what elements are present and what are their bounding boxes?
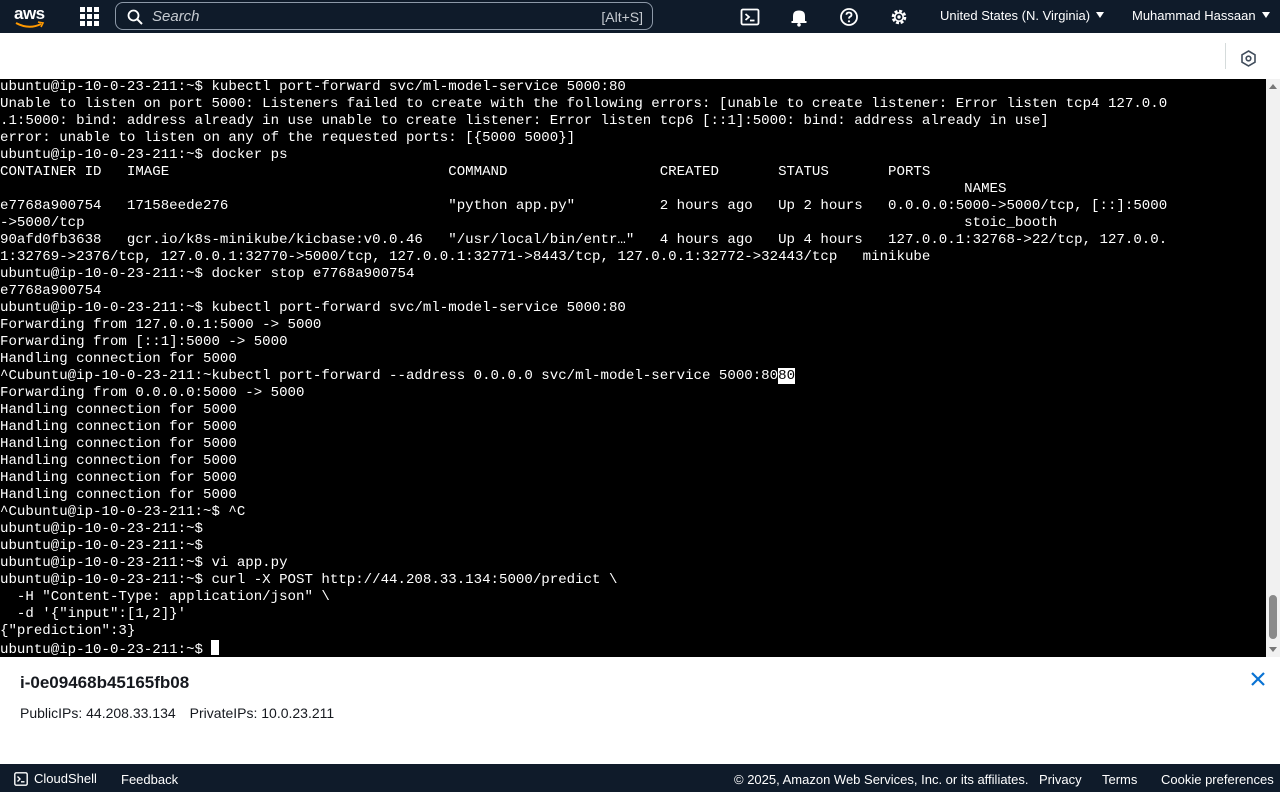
terminal-line: ubuntu@ip-10-0-23-211:~$ kubectl port-fo… xyxy=(0,79,626,95)
terminal-line: 1:32769->2376/tcp, 127.0.0.1:32770->5000… xyxy=(0,249,931,265)
bell-icon[interactable] xyxy=(789,7,809,27)
region-selector[interactable]: United States (N. Virginia) xyxy=(940,8,1105,23)
terminal-line: e7768a900754 xyxy=(0,283,102,299)
search-icon xyxy=(127,9,143,25)
terminal-line: ubuntu@ip-10-0-23-211:~$ vi app.py xyxy=(0,555,288,571)
terminal-line: error: unable to listen on any of the re… xyxy=(0,130,576,146)
aws-smile-icon xyxy=(15,21,45,28)
cloudshell-footer-button[interactable]: CloudShell xyxy=(14,771,97,786)
terminal-line: Handling connection for 5000 xyxy=(0,402,237,418)
terminal-line: 90afd0fb3638 gcr.io/k8s-minikube/kicbase… xyxy=(0,232,1168,248)
terminal-line: ubuntu@ip-10-0-23-211:~$ xyxy=(0,538,203,554)
search-input[interactable]: Search xyxy=(152,8,200,25)
footer: CloudShell Feedback © 2025, Amazon Web S… xyxy=(0,764,1280,792)
instance-ips: PublicIPs: 44.208.33.134 PrivateIPs: 10.0… xyxy=(20,705,334,721)
terminal-line: Handling connection for 5000 xyxy=(0,453,237,469)
user-name: Muhammad Hassaan xyxy=(1132,8,1256,23)
search-bar[interactable]: Search [Alt+S] xyxy=(115,2,653,30)
terminal-line: Handling connection for 5000 xyxy=(0,487,237,503)
copyright-text: © 2025, Amazon Web Services, Inc. or its… xyxy=(734,772,1029,787)
terminal-line: NAMES xyxy=(0,181,1007,197)
terminal-scrollbar[interactable] xyxy=(1266,79,1280,657)
close-icon[interactable] xyxy=(1250,671,1266,687)
terminal-line: ubuntu@ip-10-0-23-211:~$ docker stop e77… xyxy=(0,266,415,282)
public-ips: PublicIPs: 44.208.33.134 xyxy=(20,705,176,721)
services-grid-icon[interactable] xyxy=(80,7,99,26)
chevron-down-icon xyxy=(1261,12,1270,18)
terminal-line: ubuntu@ip-10-0-23-211:~$ kubectl port-fo… xyxy=(0,300,626,316)
terminal-output: ubuntu@ip-10-0-23-211:~$ kubectl port-fo… xyxy=(0,79,1266,657)
terminal-cursor xyxy=(211,640,220,655)
terminal-line: CONTAINER ID IMAGE COMMAND CREATED STATU… xyxy=(0,164,931,180)
user-menu[interactable]: Muhammad Hassaan xyxy=(1132,8,1270,23)
aws-logo[interactable]: aws xyxy=(14,4,50,30)
terminal-line: Handling connection for 5000 xyxy=(0,419,237,435)
terminal-line: ->5000/tcp stoic_booth xyxy=(0,215,1058,231)
private-ips: PrivateIPs: 10.0.23.211 xyxy=(189,705,335,721)
terminal-line: Handling connection for 5000 xyxy=(0,470,237,486)
cloudshell-icon[interactable] xyxy=(740,7,760,27)
chevron-down-icon xyxy=(1096,12,1105,18)
terminal-line: ^Cubuntu@ip-10-0-23-211:~kubectl port-fo… xyxy=(0,368,796,384)
terminal-line: Unable to listen on port 5000: Listeners… xyxy=(0,96,1168,112)
terminal-line: ubuntu@ip-10-0-23-211:~$ docker ps xyxy=(0,147,288,163)
terminal-line: Handling connection for 5000 xyxy=(0,351,237,367)
instance-info-panel: i-0e09468b45165fb08 PublicIPs: 44.208.33… xyxy=(0,657,1280,764)
feedback-link[interactable]: Feedback xyxy=(121,772,178,787)
terminal-line: .1:5000: bind: address already in use un… xyxy=(0,113,1049,129)
prompt-text: ubuntu@ip-10-0-23-211:~$ xyxy=(0,642,212,657)
instance-id: i-0e09468b45165fb08 xyxy=(20,673,190,692)
terminal-line: {"prediction":3} xyxy=(0,623,136,639)
cloudshell-icon xyxy=(14,772,28,786)
selected-text: 80 xyxy=(778,368,796,384)
terminal-line: e7768a900754 17158eede276 "python app.py… xyxy=(0,198,1168,214)
region-label: United States (N. Virginia) xyxy=(940,8,1091,23)
scroll-up-icon[interactable] xyxy=(1269,84,1277,89)
terminal-line: -d '{"input":[1,2]}' xyxy=(0,606,187,622)
terminal-window[interactable]: ubuntu@ip-10-0-23-211:~$ kubectl port-fo… xyxy=(0,79,1266,657)
terminal-prompt[interactable]: ubuntu@ip-10-0-23-211:~$ xyxy=(0,640,1266,657)
terminal-line: ^Cubuntu@ip-10-0-23-211:~$ ^C xyxy=(0,504,246,520)
settings-hexagon-icon[interactable] xyxy=(1240,50,1257,67)
terminal-line: Forwarding from 127.0.0.1:5000 -> 5000 xyxy=(0,317,322,333)
search-shortcut: [Alt+S] xyxy=(601,9,643,25)
terminal-line: Handling connection for 5000 xyxy=(0,436,237,452)
privacy-link[interactable]: Privacy xyxy=(1039,772,1082,787)
gear-icon[interactable] xyxy=(889,7,909,27)
session-toolbar xyxy=(0,33,1280,80)
cloudshell-label: CloudShell xyxy=(34,771,97,786)
terminal-line: ubuntu@ip-10-0-23-211:~$ xyxy=(0,521,203,537)
terms-link[interactable]: Terms xyxy=(1102,772,1137,787)
terminal-line: -H "Content-Type: application/json" \ xyxy=(0,589,330,605)
scroll-down-icon[interactable] xyxy=(1269,647,1277,652)
cookie-preferences-link[interactable]: Cookie preferences xyxy=(1161,772,1274,787)
help-icon[interactable] xyxy=(839,7,859,27)
terminal-line: Forwarding from 0.0.0.0:5000 -> 5000 xyxy=(0,385,305,401)
terminal-line: Forwarding from [::1]:5000 -> 5000 xyxy=(0,334,288,350)
terminal-line: ubuntu@ip-10-0-23-211:~$ curl -X POST ht… xyxy=(0,572,618,588)
toolbar-divider xyxy=(1225,43,1226,69)
scrollbar-thumb[interactable] xyxy=(1269,595,1277,639)
top-navigation: aws Search [Alt+S] United States (N. Vir… xyxy=(0,0,1280,33)
